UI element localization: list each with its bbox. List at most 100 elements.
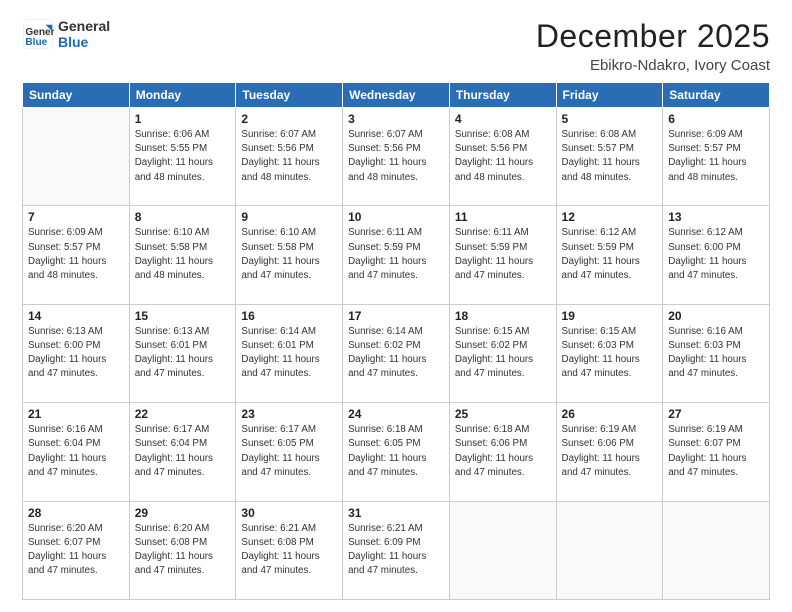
day-info: Sunrise: 6:08 AM Sunset: 5:56 PM Dayligh… [455, 128, 551, 185]
day-info: Sunrise: 6:16 AM Sunset: 6:03 PM Dayligh… [668, 325, 764, 382]
day-number: 20 [668, 309, 764, 323]
day-info: Sunrise: 6:15 AM Sunset: 6:02 PM Dayligh… [455, 325, 551, 382]
calendar-week-4: 28 Sunrise: 6:20 AM Sunset: 6:07 PM Dayli… [23, 501, 770, 599]
day-number: 8 [135, 210, 231, 224]
calendar-cell: 19 Sunrise: 6:15 AM Sunset: 6:03 PM Dayli… [556, 304, 663, 402]
day-number: 4 [455, 112, 551, 126]
calendar-cell: 21 Sunrise: 6:16 AM Sunset: 6:04 PM Dayli… [23, 403, 130, 501]
calendar-cell: 31Sunrise: 6:21 AM Sunset: 6:09 PM Dayli… [343, 501, 450, 599]
weekday-header-tuesday: Tuesday [236, 83, 343, 108]
day-number: 31 [348, 506, 444, 520]
day-info: Sunrise: 6:17 AM Sunset: 6:04 PM Dayligh… [135, 423, 231, 480]
page: General Blue General Blue December 2025 … [0, 0, 792, 612]
calendar-week-2: 14 Sunrise: 6:13 AM Sunset: 6:00 PM Dayli… [23, 304, 770, 402]
calendar-cell: 18Sunrise: 6:15 AM Sunset: 6:02 PM Dayli… [449, 304, 556, 402]
logo-icon: General Blue [22, 18, 54, 50]
calendar-table: SundayMondayTuesdayWednesdayThursdayFrid… [22, 82, 770, 600]
calendar-cell: 12 Sunrise: 6:12 AM Sunset: 5:59 PM Dayli… [556, 206, 663, 304]
day-number: 6 [668, 112, 764, 126]
calendar-cell: 2Sunrise: 6:07 AM Sunset: 5:56 PM Daylig… [236, 108, 343, 206]
day-number: 3 [348, 112, 444, 126]
month-title: December 2025 [536, 18, 770, 55]
weekday-header-thursday: Thursday [449, 83, 556, 108]
day-number: 30 [241, 506, 337, 520]
day-number: 27 [668, 407, 764, 421]
header: General Blue General Blue December 2025 … [22, 18, 770, 74]
calendar-cell: 15 Sunrise: 6:13 AM Sunset: 6:01 PM Dayli… [129, 304, 236, 402]
weekday-header-wednesday: Wednesday [343, 83, 450, 108]
calendar-cell: 24 Sunrise: 6:18 AM Sunset: 6:05 PM Dayli… [343, 403, 450, 501]
day-number: 21 [28, 407, 124, 421]
calendar-cell [663, 501, 770, 599]
weekday-header-sunday: Sunday [23, 83, 130, 108]
calendar-cell [449, 501, 556, 599]
day-info: Sunrise: 6:13 AM Sunset: 6:01 PM Dayligh… [135, 325, 231, 382]
calendar-cell: 6 Sunrise: 6:09 AM Sunset: 5:57 PM Daylig… [663, 108, 770, 206]
day-info: Sunrise: 6:09 AM Sunset: 5:57 PM Dayligh… [668, 128, 764, 185]
calendar-cell: 9Sunrise: 6:10 AM Sunset: 5:58 PM Daylig… [236, 206, 343, 304]
calendar-cell: 17 Sunrise: 6:14 AM Sunset: 6:02 PM Dayli… [343, 304, 450, 402]
day-info: Sunrise: 6:19 AM Sunset: 6:07 PM Dayligh… [668, 423, 764, 480]
day-info: Sunrise: 6:17 AM Sunset: 6:05 PM Dayligh… [241, 423, 337, 480]
day-info: Sunrise: 6:08 AM Sunset: 5:57 PM Dayligh… [562, 128, 658, 185]
calendar-cell: 29Sunrise: 6:20 AM Sunset: 6:08 PM Dayli… [129, 501, 236, 599]
day-info: Sunrise: 6:20 AM Sunset: 6:08 PM Dayligh… [135, 522, 231, 579]
weekday-header-monday: Monday [129, 83, 236, 108]
calendar-cell: 25 Sunrise: 6:18 AM Sunset: 6:06 PM Dayli… [449, 403, 556, 501]
day-number: 13 [668, 210, 764, 224]
day-number: 12 [562, 210, 658, 224]
calendar-cell: 1Sunrise: 6:06 AM Sunset: 5:55 PM Daylig… [129, 108, 236, 206]
day-info: Sunrise: 6:07 AM Sunset: 5:56 PM Dayligh… [241, 128, 337, 185]
day-info: Sunrise: 6:14 AM Sunset: 6:01 PM Dayligh… [241, 325, 337, 382]
day-info: Sunrise: 6:18 AM Sunset: 6:06 PM Dayligh… [455, 423, 551, 480]
day-number: 24 [348, 407, 444, 421]
day-number: 23 [241, 407, 337, 421]
calendar-cell: 22Sunrise: 6:17 AM Sunset: 6:04 PM Dayli… [129, 403, 236, 501]
calendar-cell: 7Sunrise: 6:09 AM Sunset: 5:57 PM Daylig… [23, 206, 130, 304]
day-number: 5 [562, 112, 658, 126]
day-number: 25 [455, 407, 551, 421]
day-info: Sunrise: 6:21 AM Sunset: 6:08 PM Dayligh… [241, 522, 337, 579]
day-info: Sunrise: 6:12 AM Sunset: 6:00 PM Dayligh… [668, 226, 764, 283]
calendar-cell: 10Sunrise: 6:11 AM Sunset: 5:59 PM Dayli… [343, 206, 450, 304]
calendar-week-3: 21 Sunrise: 6:16 AM Sunset: 6:04 PM Dayli… [23, 403, 770, 501]
calendar-cell: 5 Sunrise: 6:08 AM Sunset: 5:57 PM Daylig… [556, 108, 663, 206]
logo-area: General Blue General Blue [22, 18, 110, 50]
day-number: 19 [562, 309, 658, 323]
day-info: Sunrise: 6:10 AM Sunset: 5:58 PM Dayligh… [135, 226, 231, 283]
calendar-cell [23, 108, 130, 206]
location: Ebikro-Ndakro, Ivory Coast [536, 57, 770, 74]
day-number: 16 [241, 309, 337, 323]
day-number: 14 [28, 309, 124, 323]
title-area: December 2025 Ebikro-Ndakro, Ivory Coast [536, 18, 770, 74]
calendar-cell: 14 Sunrise: 6:13 AM Sunset: 6:00 PM Dayli… [23, 304, 130, 402]
day-info: Sunrise: 6:15 AM Sunset: 6:03 PM Dayligh… [562, 325, 658, 382]
calendar-week-0: 1Sunrise: 6:06 AM Sunset: 5:55 PM Daylig… [23, 108, 770, 206]
day-number: 17 [348, 309, 444, 323]
day-info: Sunrise: 6:12 AM Sunset: 5:59 PM Dayligh… [562, 226, 658, 283]
day-number: 15 [135, 309, 231, 323]
day-info: Sunrise: 6:06 AM Sunset: 5:55 PM Dayligh… [135, 128, 231, 185]
calendar-cell: 16 Sunrise: 6:14 AM Sunset: 6:01 PM Dayli… [236, 304, 343, 402]
day-info: Sunrise: 6:18 AM Sunset: 6:05 PM Dayligh… [348, 423, 444, 480]
calendar-cell: 28 Sunrise: 6:20 AM Sunset: 6:07 PM Dayli… [23, 501, 130, 599]
day-info: Sunrise: 6:11 AM Sunset: 5:59 PM Dayligh… [348, 226, 444, 283]
day-number: 28 [28, 506, 124, 520]
day-number: 26 [562, 407, 658, 421]
day-info: Sunrise: 6:11 AM Sunset: 5:59 PM Dayligh… [455, 226, 551, 283]
calendar-cell: 4 Sunrise: 6:08 AM Sunset: 5:56 PM Daylig… [449, 108, 556, 206]
weekday-header-row: SundayMondayTuesdayWednesdayThursdayFrid… [23, 83, 770, 108]
day-info: Sunrise: 6:07 AM Sunset: 5:56 PM Dayligh… [348, 128, 444, 185]
day-info: Sunrise: 6:13 AM Sunset: 6:00 PM Dayligh… [28, 325, 124, 382]
day-number: 11 [455, 210, 551, 224]
logo-text-general: General [58, 18, 110, 34]
calendar-cell: 23 Sunrise: 6:17 AM Sunset: 6:05 PM Dayli… [236, 403, 343, 501]
day-info: Sunrise: 6:20 AM Sunset: 6:07 PM Dayligh… [28, 522, 124, 579]
day-info: Sunrise: 6:16 AM Sunset: 6:04 PM Dayligh… [28, 423, 124, 480]
calendar-cell: 26Sunrise: 6:19 AM Sunset: 6:06 PM Dayli… [556, 403, 663, 501]
day-info: Sunrise: 6:09 AM Sunset: 5:57 PM Dayligh… [28, 226, 124, 283]
calendar-cell: 13 Sunrise: 6:12 AM Sunset: 6:00 PM Dayli… [663, 206, 770, 304]
logo-text-blue: Blue [58, 34, 110, 50]
day-info: Sunrise: 6:14 AM Sunset: 6:02 PM Dayligh… [348, 325, 444, 382]
day-number: 9 [241, 210, 337, 224]
